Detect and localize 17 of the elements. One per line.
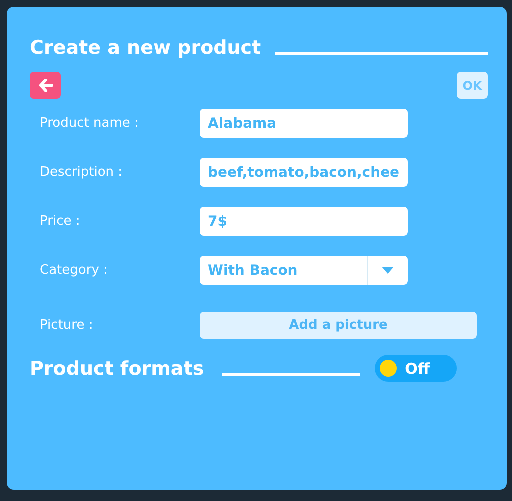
input-field[interactable]: 7$: [200, 207, 408, 236]
input-field[interactable]: beef,tomato,bacon,chee: [200, 158, 408, 187]
back-arrow-icon: [38, 79, 52, 92]
field-label: Product name :: [39, 116, 140, 131]
back-button[interactable]: [30, 72, 61, 99]
formats-toggle[interactable]: Off: [375, 355, 458, 382]
input-field[interactable]: Alabama: [200, 109, 408, 138]
caret-icon: [382, 267, 394, 274]
field-label: Picture :: [39, 318, 94, 332]
section-title: Product formats: [30, 358, 204, 380]
ok-button[interactable]: OK: [457, 72, 488, 99]
field-label: Category :: [39, 263, 109, 278]
dialog-title: Create a new product: [30, 37, 262, 59]
field-label: Description :: [39, 165, 124, 180]
add-picture-button[interactable]: Add a picture: [200, 312, 477, 338]
category-dropdown[interactable]: With Bacon: [200, 256, 408, 285]
field-label: Price :: [39, 214, 82, 229]
